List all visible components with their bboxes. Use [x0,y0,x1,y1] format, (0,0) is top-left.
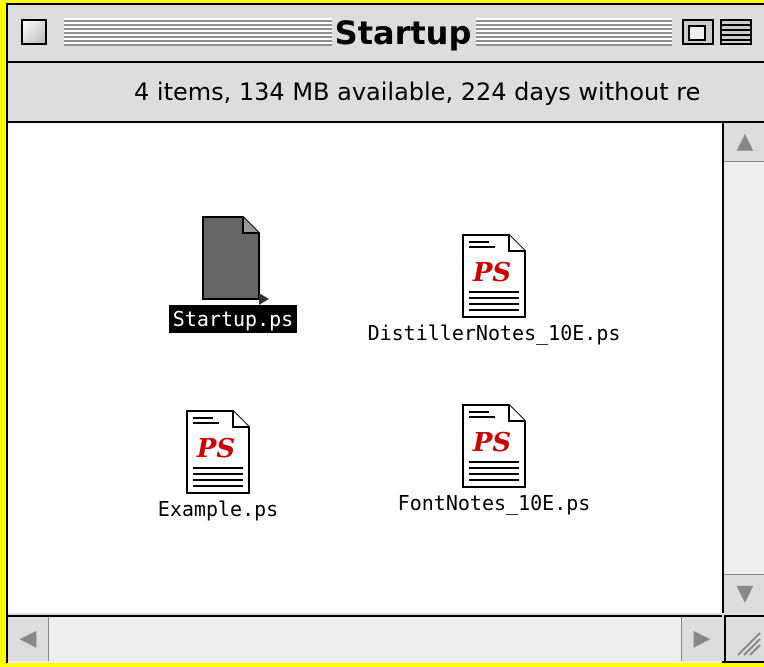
file-label: FontNotes_10E.ps [397,491,591,515]
resize-grip-icon[interactable] [724,615,764,661]
close-box[interactable] [21,19,47,45]
file-label: Example.ps [157,497,279,521]
svg-text:PS: PS [196,434,235,464]
postscript-file-icon: PS [186,410,250,494]
title-stripes-left [64,18,332,46]
file-item-distillernotes[interactable]: PS DistillerNotes_10E.ps [344,233,644,347]
scroll-up-arrow-icon[interactable]: ▲ [724,123,764,162]
file-item-example[interactable]: PS Example.ps [138,409,298,523]
info-text: 4 items, 134 MB available, 224 days with… [134,78,701,106]
generic-document-icon [202,216,269,305]
file-label: DistillerNotes_10E.ps [367,321,621,345]
file-item-startup[interactable]: Startup.ps [158,215,308,333]
postscript-file-icon: PS [462,404,526,488]
title-bar[interactable]: Startup [8,5,764,63]
window-title: Startup [334,13,472,53]
scroll-left-arrow-icon[interactable]: ◀ [8,617,49,661]
file-item-fontnotes[interactable]: PS FontNotes_10E.ps [364,403,624,517]
vertical-scrollbar[interactable]: ▲ ▼ [724,123,764,613]
info-bar: 4 items, 134 MB available, 224 days with… [8,63,764,123]
finder-window: Startup 4 items, 134 MB available, 224 d… [6,3,764,663]
scroll-down-arrow-icon[interactable]: ▼ [724,574,764,613]
icon-view: Startup.ps PS DistillerNotes_10E.ps PS E… [8,123,724,613]
svg-text:PS: PS [472,258,511,288]
scroll-right-arrow-icon[interactable]: ▶ [681,617,722,661]
zoom-box[interactable] [682,19,714,45]
collapse-box[interactable] [720,19,752,45]
postscript-file-icon: PS [462,234,526,318]
title-stripes-right [476,18,672,46]
file-label: Startup.ps [168,305,298,333]
resize-grip-lines [737,632,761,656]
svg-text:PS: PS [472,428,511,458]
horizontal-scrollbar[interactable]: ◀ ▶ [8,615,722,663]
